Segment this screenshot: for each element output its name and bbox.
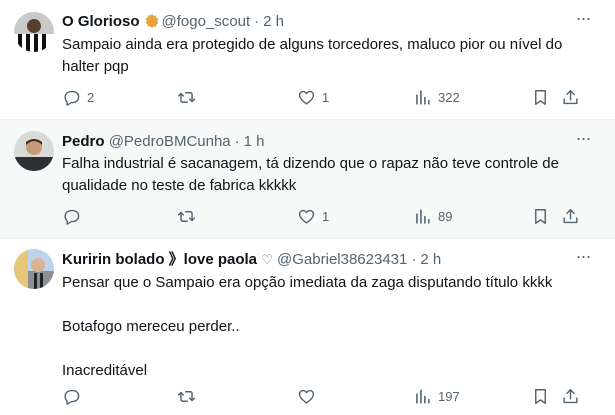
tweet-text: Falha industrial é sacanagem, tá dizendo… — [62, 153, 592, 197]
like-icon — [297, 207, 316, 226]
display-name[interactable]: Kuririn bolado 》love paola — [62, 251, 257, 268]
tweet-text-line: Inacreditável — [62, 362, 148, 379]
retweet-icon — [177, 387, 196, 406]
avatar[interactable] — [14, 131, 54, 171]
views-icon — [413, 207, 432, 226]
tweet-text: Pensar que o Sampaio era opção imediata … — [62, 272, 592, 382]
timestamp[interactable]: 2 h — [263, 13, 284, 30]
share-icon — [561, 387, 580, 406]
bookmark-icon — [531, 207, 550, 226]
avatar[interactable] — [14, 249, 54, 289]
retweet-icon — [177, 207, 196, 226]
reply-button[interactable] — [62, 206, 81, 226]
views-count: 322 — [438, 89, 460, 105]
views-button[interactable]: 322 — [413, 87, 460, 107]
like-icon — [297, 88, 316, 107]
share-icon — [561, 207, 580, 226]
reply-count: 2 — [87, 89, 95, 105]
bookmark-button[interactable] — [531, 206, 550, 226]
bookmark-button[interactable] — [531, 87, 550, 107]
share-button[interactable] — [561, 87, 580, 107]
views-count: 89 — [438, 208, 453, 224]
tweet-text-line: Falha industrial é sacanagem, tá dizendo… — [62, 155, 559, 194]
reply-button[interactable] — [62, 386, 81, 406]
tweet-text-line: Botafogo mereceu perder.. — [62, 318, 240, 335]
reply-button[interactable]: 2 — [62, 87, 94, 107]
separator-dot: · — [254, 13, 260, 30]
more-icon[interactable]: ··· — [573, 247, 593, 270]
handle[interactable]: @PedroBMCunha — [109, 133, 231, 150]
share-button[interactable] — [561, 386, 580, 406]
separator-dot: · — [234, 133, 240, 150]
handle[interactable]: @fogo_scout — [162, 13, 251, 30]
retweet-button[interactable] — [177, 386, 196, 406]
like-button[interactable]: 1 — [297, 206, 329, 226]
share-icon — [561, 88, 580, 107]
tweet-text: Sampaio ainda era protegido de alguns to… — [62, 34, 592, 78]
display-name[interactable]: O Glorioso — [62, 13, 140, 30]
display-name[interactable]: Pedro — [62, 133, 105, 150]
retweet-button[interactable] — [177, 87, 196, 107]
reply-icon — [62, 207, 81, 226]
like-icon — [297, 387, 316, 406]
views-button[interactable]: 89 — [413, 206, 452, 226]
retweet-button[interactable] — [177, 206, 196, 226]
share-button[interactable] — [561, 206, 580, 226]
views-count: 197 — [438, 388, 460, 404]
views-icon — [413, 88, 432, 107]
tweet-text-line: Pensar que o Sampaio era opção imediata … — [62, 274, 553, 291]
separator-dot: · — [411, 251, 417, 268]
verified-badge-icon — [144, 13, 160, 29]
tweet-header: O Glorioso @fogo_scout · 2 h — [62, 12, 284, 32]
retweet-icon — [177, 88, 196, 107]
tweet[interactable]: O Glorioso @fogo_scout · 2 h ··· Sampaio ai… — [0, 0, 615, 120]
bookmark-icon — [531, 387, 550, 406]
handle[interactable]: @Gabriel38623431 — [277, 251, 407, 268]
like-button[interactable] — [297, 386, 316, 406]
more-icon[interactable]: ··· — [573, 9, 593, 32]
like-count: 1 — [322, 208, 330, 224]
bookmark-button[interactable] — [531, 386, 550, 406]
avatar[interactable] — [14, 12, 54, 52]
more-icon[interactable]: ··· — [573, 129, 593, 152]
views-icon — [413, 387, 432, 406]
reply-icon — [62, 88, 81, 107]
tweet-header: Kuririn bolado 》love paola ♡ @Gabriel386… — [62, 250, 441, 270]
views-button[interactable]: 197 — [413, 386, 460, 406]
tweet-header: Pedro @PedroBMCunha · 1 h — [62, 132, 265, 152]
timestamp[interactable]: 1 h — [244, 133, 265, 150]
like-button[interactable]: 1 — [297, 87, 329, 107]
name-heart-glyph: ♡ — [261, 252, 273, 267]
reply-icon — [62, 387, 81, 406]
bookmark-icon — [531, 88, 550, 107]
timestamp[interactable]: 2 h — [420, 251, 441, 268]
tweet-text-line: Sampaio ainda era protegido de alguns to… — [62, 36, 563, 75]
like-count: 1 — [322, 89, 330, 105]
